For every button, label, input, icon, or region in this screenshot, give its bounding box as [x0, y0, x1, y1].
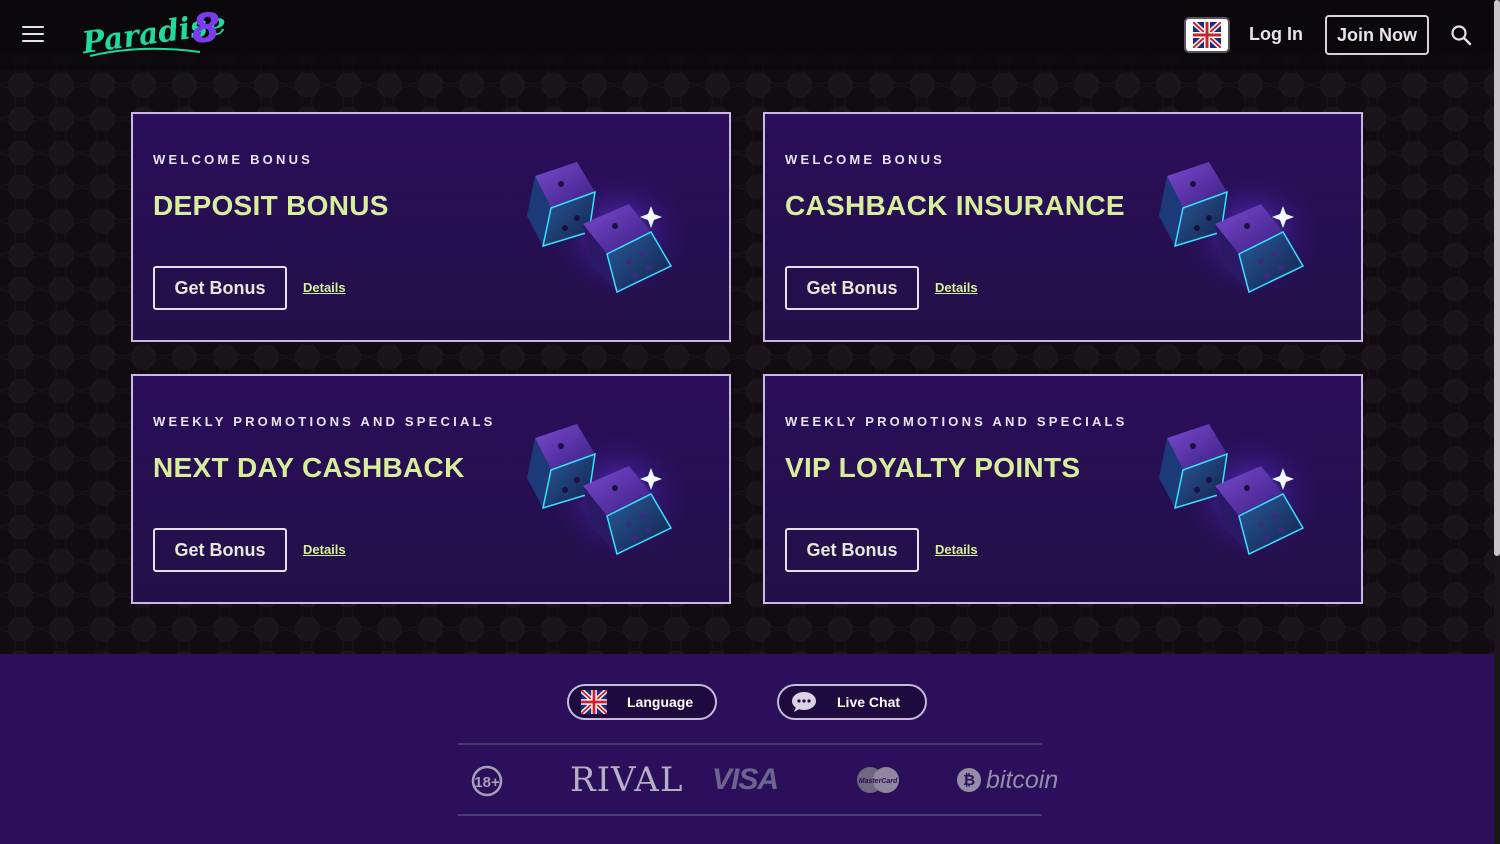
dice-image	[1158, 423, 1317, 561]
svg-text:MasterCard: MasterCard	[859, 778, 898, 785]
details-link[interactable]: Details	[935, 542, 978, 557]
chat-bubble-icon	[791, 690, 817, 714]
site-logo[interactable]: Paradise 8	[80, 8, 230, 64]
card-title: NEXT DAY CASHBACK	[153, 452, 465, 483]
promo-card: WELCOME BONUS CASHBACK INSURANCE Get Bon…	[763, 112, 1363, 342]
dice-image	[526, 423, 685, 561]
uk-flag-icon	[1193, 22, 1221, 48]
bitcoin-label: bitcoin	[986, 765, 1059, 794]
card-title: VIP LOYALTY POINTS	[785, 452, 1081, 483]
bitcoin-icon: ₿	[957, 768, 981, 792]
dice-image	[526, 161, 685, 299]
card-title: DEPOSIT BONUS	[153, 190, 389, 221]
get-bonus-button[interactable]: Get Bonus	[785, 266, 919, 310]
details-link[interactable]: Details	[303, 542, 346, 557]
promo-card: WELCOME BONUS DEPOSIT BONUS Get Bonus De…	[131, 112, 731, 342]
scrollbar-thumb[interactable]	[1494, 0, 1500, 556]
age-restriction-18-icon: 18+	[470, 762, 506, 798]
promo-card: WEEKLY PROMOTIONS AND SPECIALS NEXT DAY …	[131, 374, 731, 604]
promo-card: WEEKLY PROMOTIONS AND SPECIALS VIP LOYAL…	[763, 374, 1363, 604]
footer: Language Live Chat 18+ RIVAL VISA Master…	[0, 654, 1494, 844]
live-chat-label: Live Chat	[837, 694, 901, 710]
get-bonus-button[interactable]: Get Bonus	[785, 528, 919, 572]
language-button[interactable]: Language	[567, 684, 717, 720]
search-icon[interactable]	[1450, 24, 1472, 46]
get-bonus-button[interactable]: Get Bonus	[153, 266, 287, 310]
mastercard-logo: MasterCard	[852, 762, 904, 798]
card-category: WEEKLY PROMOTIONS AND SPECIALS	[153, 414, 496, 429]
footer-divider	[458, 743, 1042, 745]
footer-divider	[458, 814, 1042, 816]
dice-image	[1158, 161, 1317, 299]
top-header: Paradise 8 Log In Join Now	[0, 0, 1494, 70]
language-flag-button[interactable]	[1184, 17, 1230, 53]
uk-flag-icon	[581, 690, 607, 714]
card-category: WEEKLY PROMOTIONS AND SPECIALS	[785, 414, 1128, 429]
card-title: CASHBACK INSURANCE	[785, 190, 1125, 221]
live-chat-button[interactable]: Live Chat	[777, 684, 927, 720]
svg-text:8: 8	[192, 8, 220, 52]
bitcoin-logo: ₿ bitcoin	[957, 762, 1058, 798]
visa-logo: VISA	[712, 763, 779, 796]
login-link[interactable]: Log In	[1249, 24, 1303, 45]
card-category: WELCOME BONUS	[153, 152, 314, 167]
menu-icon[interactable]	[22, 26, 44, 44]
get-bonus-button[interactable]: Get Bonus	[153, 528, 287, 572]
join-now-button[interactable]: Join Now	[1325, 15, 1429, 55]
details-link[interactable]: Details	[935, 280, 978, 295]
card-category: WELCOME BONUS	[785, 152, 946, 167]
svg-text:18+: 18+	[474, 774, 500, 791]
details-link[interactable]: Details	[303, 280, 346, 295]
rival-logo: RIVAL	[570, 760, 684, 800]
language-label: Language	[627, 694, 694, 710]
